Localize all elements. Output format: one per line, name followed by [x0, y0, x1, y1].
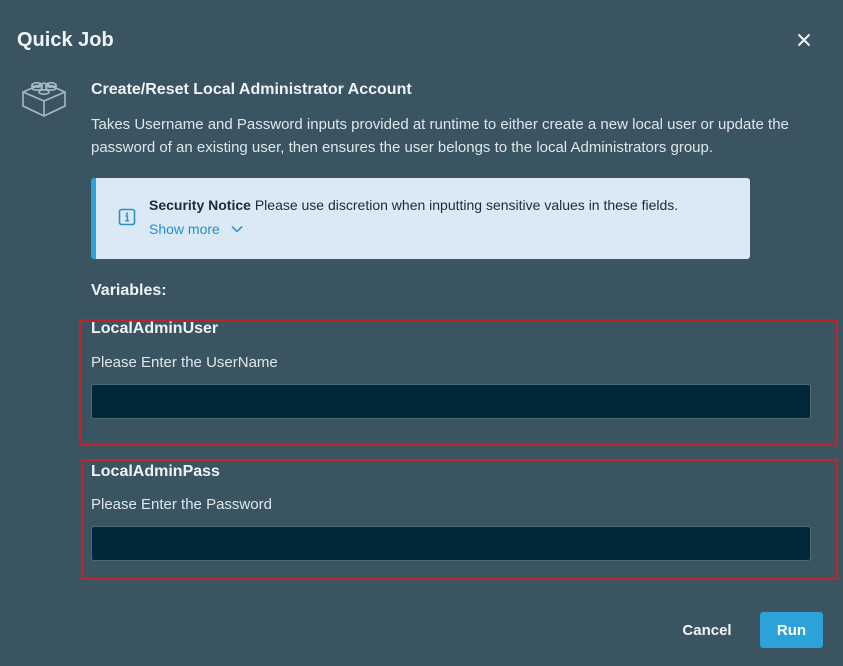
quick-job-dialog: Quick Job Create/Reset Local Administrat… — [0, 0, 843, 666]
notice-text: Security Notice Please use discretion wh… — [149, 197, 678, 213]
show-more-link[interactable]: Show more — [149, 221, 244, 237]
variable-highlight-box — [79, 319, 838, 446]
security-notice: Security Notice Please use discretion wh… — [91, 178, 750, 259]
username-input[interactable] — [91, 384, 811, 419]
notice-message: Please use discretion when inputting sen… — [254, 197, 679, 213]
run-button[interactable]: Run — [760, 612, 823, 648]
show-more-label: Show more — [149, 221, 220, 237]
variables-label: Variables: — [91, 282, 167, 299]
password-input[interactable] — [91, 526, 811, 561]
info-icon — [118, 208, 136, 226]
variable-prompt-pass: Please Enter the Password — [91, 496, 272, 513]
variable-name-user: LocalAdminUser — [91, 320, 219, 337]
dialog-title: Quick Job — [17, 29, 114, 51]
close-icon — [798, 34, 810, 46]
lego-brick-icon — [22, 82, 66, 117]
notice-title: Security Notice — [149, 197, 251, 213]
variable-name-pass: LocalAdminPass — [91, 463, 220, 480]
job-description: Takes Username and Password inputs provi… — [91, 116, 789, 156]
job-name: Create/Reset Local Administrator Account — [91, 81, 412, 98]
cancel-button[interactable]: Cancel — [672, 612, 742, 648]
variable-prompt-user: Please Enter the UserName — [91, 354, 278, 371]
close-button[interactable] — [792, 28, 816, 52]
chevron-down-icon — [231, 225, 243, 233]
